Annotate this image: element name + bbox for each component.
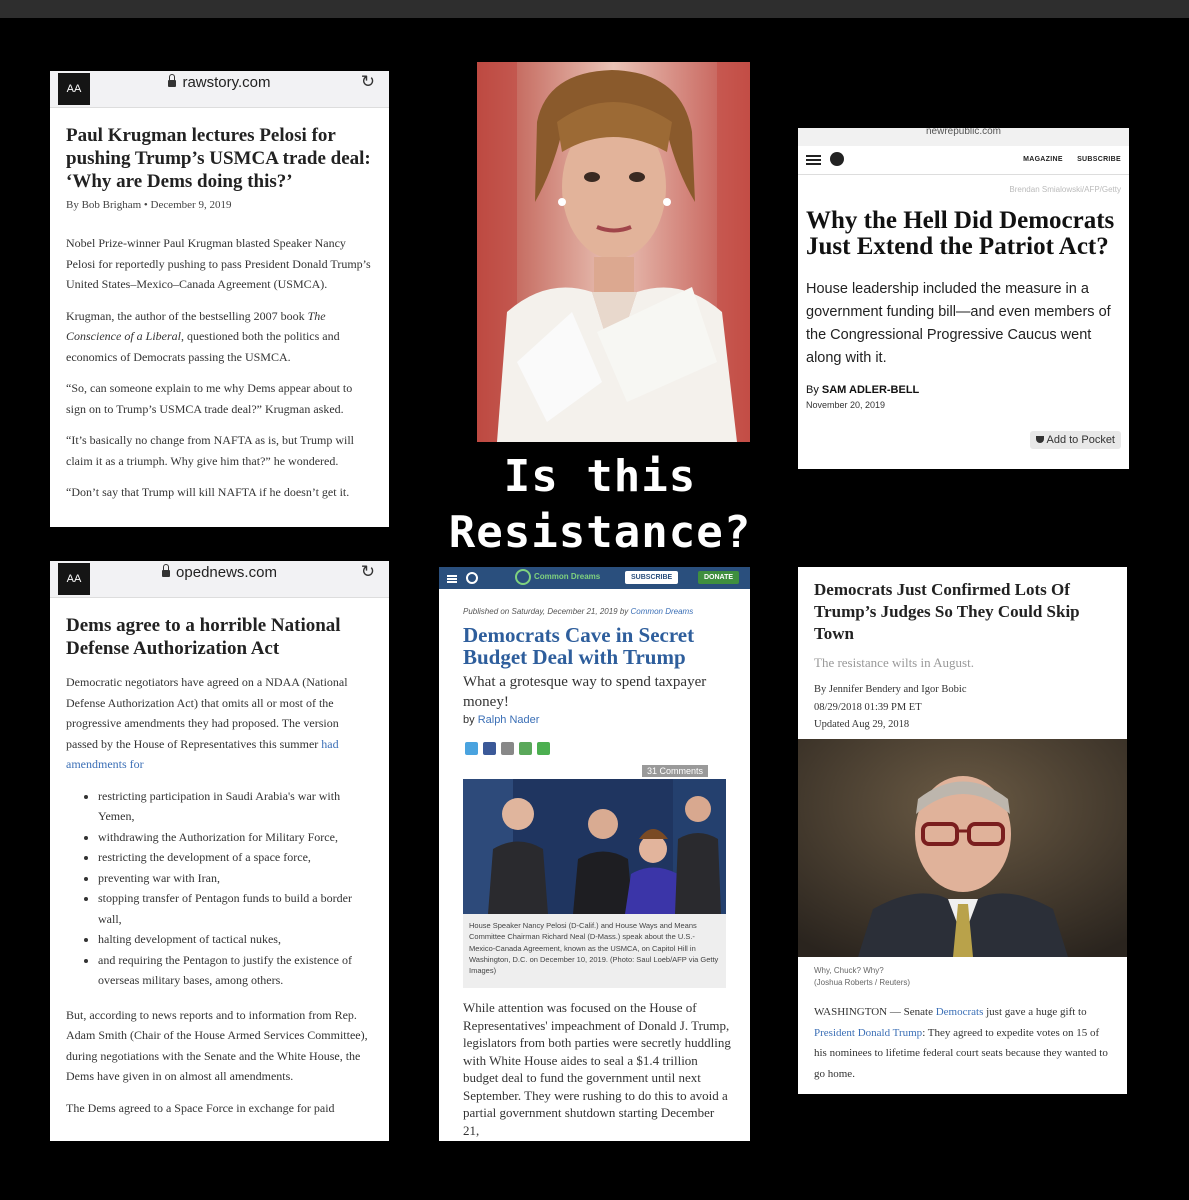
article-byline: By Bob Brigham • December 9, 2019 <box>66 199 232 211</box>
article-paragraph-3: “So, can someone explain to me why Dems … <box>66 381 353 416</box>
url-text: opednews.com <box>176 564 277 581</box>
list-item: preventing war with Iran, <box>98 868 373 889</box>
list-item: restricting the development of a space f… <box>98 847 373 868</box>
hamburger-menu-icon[interactable] <box>447 575 457 577</box>
newrepublic-logo-icon[interactable] <box>830 152 844 166</box>
article-headline: Why the Hell Did Democrats Just Extend t… <box>806 207 1115 260</box>
top-bar <box>0 0 1189 18</box>
article-paragraph-3: The Dems agreed to a Space Force in exch… <box>66 1100 335 1115</box>
publish-info: Published on Saturday, December 21, 2019… <box>463 607 694 616</box>
overlay-line-2: Resistance? <box>400 507 800 558</box>
globe-icon <box>515 569 531 585</box>
commondreams-logo[interactable]: Common Dreams <box>515 569 600 585</box>
article-paragraph-5: “Don’t say that Trump will kill NAFTA if… <box>66 485 350 499</box>
photo-caption: House Speaker Nancy Pelosi (D-Calif.) an… <box>463 914 726 988</box>
donate-button[interactable]: DONATE <box>698 571 740 584</box>
list-item: halting development of tactical nukes, <box>98 929 373 950</box>
article-updated: Updated Aug 29, 2018 <box>814 719 910 730</box>
share-more-icon[interactable] <box>537 742 550 755</box>
article-deck: House leadership included the measure in… <box>806 281 1111 366</box>
url-text: rawstory.com <box>182 74 271 91</box>
article-headline: Dems agree to a horrible National Defens… <box>66 615 341 659</box>
article-deck: The resistance wilts in August. <box>814 655 974 670</box>
comments-badge[interactable]: 31 Comments <box>642 765 709 777</box>
schumer-photo <box>798 739 1127 957</box>
article-paragraph-2: But, according to news reports and to in… <box>66 1007 368 1084</box>
pelosi-neal-photo <box>463 779 726 914</box>
twitter-icon[interactable] <box>465 742 478 755</box>
add-to-pocket-button[interactable]: Add to Pocket <box>1029 431 1121 449</box>
trump-link[interactable]: President Donald Trump <box>814 1027 922 1039</box>
article-paragraph-4: “It’s basically no change from NAFTA as … <box>66 433 355 468</box>
article-headline: Democrats Cave in Secret Budget Deal wit… <box>463 623 695 669</box>
lock-icon <box>168 74 177 87</box>
press-conference-illustration <box>463 779 726 914</box>
url-bar[interactable]: AA rawstory.com ↻ <box>50 71 389 108</box>
article-paragraph-1: Nobel Prize-winner Paul Krugman blasted … <box>66 236 371 291</box>
facebook-icon[interactable] <box>483 742 496 755</box>
url-bar[interactable]: AA opednews.com ↻ <box>50 561 389 598</box>
pocket-icon <box>1035 436 1044 443</box>
search-icon[interactable] <box>466 572 478 584</box>
article-headline: Paul Krugman lectures Pelosi for pushing… <box>66 125 371 192</box>
nav-magazine-link[interactable]: MAGAZINE <box>1023 156 1063 163</box>
source-link[interactable]: Common Dreams <box>631 607 694 616</box>
article-byline: By Jennifer Bendery and Igor Bobic <box>814 684 967 695</box>
pelosi-photo <box>477 62 750 442</box>
photo-caption: Why, Chuck? Why? (Joshua Roberts / Reuter… <box>814 966 911 987</box>
democrats-link[interactable]: Democrats <box>936 1006 984 1018</box>
huffpost-article-card: Democrats Just Confirmed Lots Of Trump’s… <box>798 567 1127 1094</box>
site-header: Common Dreams SUBSCRIBE DONATE <box>439 567 750 589</box>
share-icons <box>465 742 750 758</box>
article-headline: Democrats Just Confirmed Lots Of Trump’s… <box>814 580 1080 643</box>
schumer-illustration <box>798 739 1127 957</box>
lock-icon <box>162 564 171 577</box>
print-icon[interactable] <box>519 742 532 755</box>
article-paragraph-1: Democratic negotiators have agreed on a … <box>66 675 348 771</box>
author-name[interactable]: SAM ADLER-BELL <box>822 384 919 396</box>
photo-credit: Brendan Smialowski/AFP/Getty <box>1009 185 1121 194</box>
article-body: While attention was focused on the House… <box>463 1000 731 1138</box>
site-nav: MAGAZINE SUBSCRIBE <box>798 146 1129 175</box>
list-item: withdrawing the Authorization for Milita… <box>98 827 373 848</box>
address-bar[interactable]: opednews.com <box>50 561 389 585</box>
hamburger-menu-icon[interactable] <box>806 155 821 157</box>
url-bar[interactable]: newrepublic.com <box>798 128 1129 146</box>
amendments-list: restricting participation in Saudi Arabi… <box>66 786 373 991</box>
article-paragraph-2: Krugman, the author of the bestselling 2… <box>66 308 340 364</box>
email-icon[interactable] <box>501 742 514 755</box>
overlay-line-1: Is this <box>400 451 800 502</box>
reload-icon[interactable]: ↻ <box>361 72 375 92</box>
rawstory-article-card: AA rawstory.com ↻ Paul Krugman lectures … <box>50 71 389 527</box>
subscribe-button[interactable]: SUBSCRIBE <box>625 571 679 584</box>
newrepublic-article-card: newrepublic.com MAGAZINE SUBSCRIBE Brend… <box>798 128 1129 469</box>
nav-subscribe-link[interactable]: SUBSCRIBE <box>1077 156 1121 163</box>
article-timestamp: 08/29/2018 01:39 PM ET <box>814 701 922 713</box>
article-deck: What a grotesque way to spend taxpayer m… <box>463 674 707 710</box>
list-item: restricting participation in Saudi Arabi… <box>98 786 373 827</box>
list-item: and requiring the Pentagon to justify th… <box>98 950 373 991</box>
author-link[interactable]: Ralph Nader <box>478 714 540 726</box>
reload-icon[interactable]: ↻ <box>361 562 375 582</box>
article-date: November 20, 2019 <box>806 400 886 410</box>
article-byline: By SAM ADLER-BELL <box>806 384 920 396</box>
article-byline: by Ralph Nader <box>463 714 540 726</box>
commondreams-article-card: Common Dreams SUBSCRIBE DONATE Published… <box>439 567 750 1141</box>
article-body: WASHINGTON — Senate Democrats just gave … <box>814 1006 1108 1080</box>
list-item: stopping transfer of Pentagon funds to b… <box>98 888 373 929</box>
opednews-article-card: AA opednews.com ↻ Dems agree to a horrib… <box>50 561 389 1141</box>
pelosi-illustration <box>477 62 750 442</box>
address-bar[interactable]: rawstory.com <box>50 71 389 95</box>
